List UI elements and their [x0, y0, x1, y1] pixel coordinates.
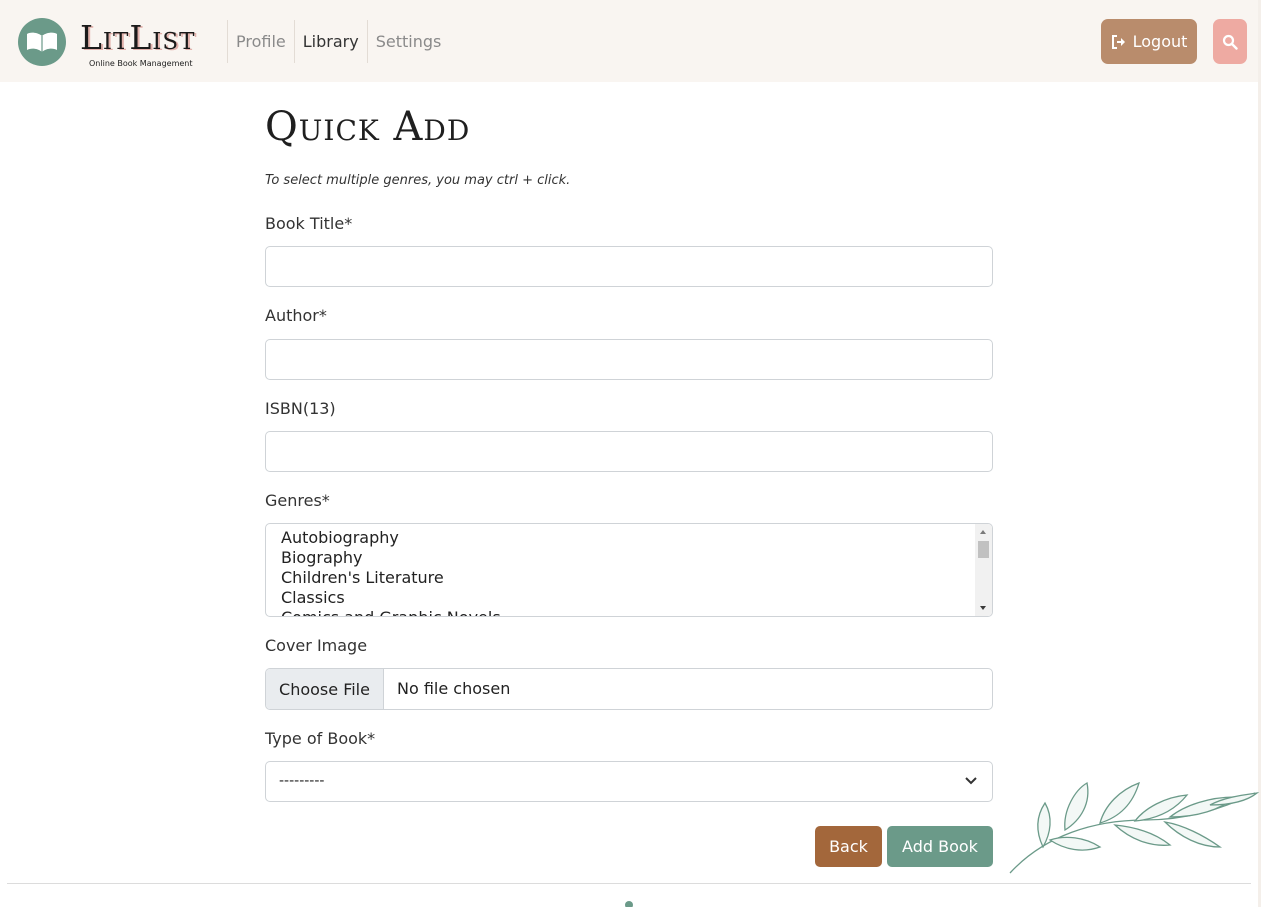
isbn-label: ISBN(13) — [265, 399, 336, 418]
genres-listbox[interactable]: Autobiography Biography Children's Liter… — [265, 523, 993, 617]
form-hint: To select multiple genres, you may ctrl … — [265, 173, 571, 188]
logout-label: Logout — [1132, 32, 1188, 51]
add-book-button[interactable]: Add Book — [887, 826, 993, 867]
author-label: Author* — [265, 306, 327, 325]
isbn-input[interactable] — [265, 431, 993, 472]
logout-button[interactable]: Logout — [1101, 19, 1197, 64]
genre-option[interactable]: Autobiography — [281, 528, 977, 548]
nav-links: Profile Library Settings — [227, 20, 449, 63]
type-of-book-select[interactable]: --------- — [265, 761, 993, 802]
footer-divider — [7, 883, 1251, 884]
leaf-branch-icon — [1009, 781, 1260, 874]
genre-option[interactable]: Comics and Graphic Novels — [281, 608, 977, 616]
open-book-icon[interactable] — [18, 18, 66, 66]
cover-image-file-input[interactable]: Choose File No file chosen — [265, 668, 993, 710]
nav-library[interactable]: Library — [293, 20, 367, 63]
genres-scrollbar[interactable] — [975, 524, 992, 616]
genres-label: Genres* — [265, 491, 330, 510]
type-of-book-value: --------- — [279, 773, 325, 789]
genre-option[interactable]: Classics — [281, 588, 977, 608]
nav-profile[interactable]: Profile — [227, 20, 294, 63]
page-title: Quick Add — [265, 104, 471, 150]
genre-option[interactable]: Children's Literature — [281, 568, 977, 588]
back-button[interactable]: Back — [815, 826, 882, 867]
scroll-down-arrow-icon[interactable] — [980, 606, 986, 610]
scroll-thumb[interactable] — [978, 541, 989, 558]
book-title-input[interactable] — [265, 246, 993, 287]
file-status: No file chosen — [397, 679, 511, 698]
genre-option[interactable]: Biography — [281, 548, 977, 568]
sign-out-icon — [1111, 34, 1125, 49]
search-button[interactable] — [1213, 19, 1247, 64]
brand-tagline: Online Book Management — [89, 59, 193, 68]
cover-image-label: Cover Image — [265, 636, 368, 655]
search-icon — [1222, 34, 1238, 50]
navbar: LitList Online Book Management Profile L… — [0, 0, 1258, 82]
choose-file-button[interactable]: Choose File — [266, 669, 384, 709]
nav-settings[interactable]: Settings — [366, 20, 450, 63]
scroll-up-arrow-icon[interactable] — [980, 530, 986, 534]
author-input[interactable] — [265, 339, 993, 380]
brand-name[interactable]: LitList — [80, 20, 195, 56]
chevron-down-icon — [965, 777, 977, 785]
footer-dot-icon — [625, 901, 633, 907]
type-of-book-label: Type of Book* — [265, 729, 376, 748]
book-title-label: Book Title* — [265, 214, 353, 233]
